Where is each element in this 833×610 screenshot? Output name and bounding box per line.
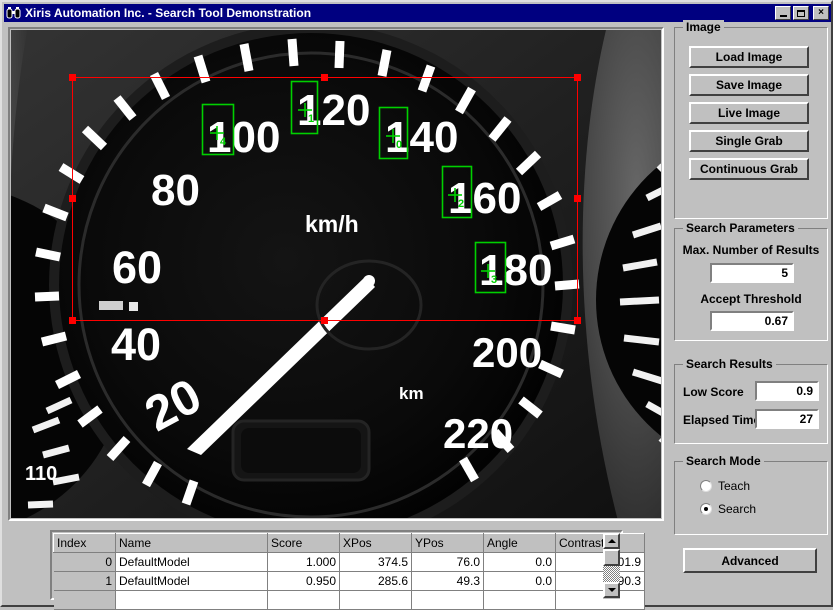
search-results-title: Search Results	[683, 357, 776, 371]
chevron-up-icon	[607, 539, 616, 543]
svg-text:km: km	[399, 384, 424, 403]
close-icon: ×	[818, 7, 824, 18]
cell-contrast: 6890.3	[555, 571, 645, 591]
cell-xpos: 374.5	[339, 552, 412, 572]
scroll-track[interactable]	[603, 566, 620, 582]
column-header-ypos[interactable]: YPos	[411, 533, 484, 553]
svg-text:1: 1	[308, 113, 314, 125]
minimize-button[interactable]	[775, 6, 791, 20]
search-results-group: Search Results Low Score 0.9 Elapsed Tim…	[674, 357, 828, 444]
search-mode-title: Search Mode	[683, 454, 764, 468]
radio-search-indicator[interactable]	[700, 503, 712, 515]
table-row[interactable]: 0 DefaultModel 1.000 374.5 76.0 0.0 7401…	[53, 552, 645, 572]
single-grab-button[interactable]: Single Grab	[689, 130, 809, 152]
image-group: Image Load Image Save Image Live Image S…	[674, 20, 828, 219]
speedometer-graphic: 110 20 40 60 80 100 120 140 160 180 200 …	[11, 30, 661, 518]
cell-index[interactable]: 1	[53, 571, 116, 591]
cell-name: DefaultModel	[115, 571, 268, 591]
cell-score: 0.950	[267, 571, 340, 591]
low-score-label: Low Score	[683, 385, 744, 399]
scroll-up-button[interactable]	[603, 533, 620, 549]
save-image-button[interactable]: Save Image	[689, 74, 809, 96]
advanced-button[interactable]: Advanced	[683, 548, 817, 573]
cell-angle: 0.0	[483, 571, 556, 591]
svg-text:4: 4	[220, 136, 227, 148]
control-panel: Image Load Image Save Image Live Image S…	[670, 20, 830, 603]
column-header-xpos[interactable]: XPos	[339, 533, 412, 553]
cell-xpos: 285.6	[339, 571, 412, 591]
cell-name: DefaultModel	[115, 552, 268, 572]
accept-threshold-input[interactable]: 0.67	[710, 311, 794, 331]
svg-text:140: 140	[385, 113, 458, 162]
low-score-value: 0.9	[755, 381, 819, 401]
radio-teach-label: Teach	[718, 479, 751, 493]
column-header-index[interactable]: Index	[53, 533, 116, 553]
elapsed-time-label: Elapsed Time	[683, 413, 761, 427]
window-controls: ×	[775, 6, 829, 20]
max-results-label: Max. Number of Results	[682, 243, 820, 257]
radio-teach-indicator[interactable]	[700, 480, 712, 492]
continuous-grab-button[interactable]: Continuous Grab	[689, 158, 809, 180]
application-window: Xiris Automation Inc. - Search Tool Demo…	[0, 0, 833, 610]
cell-ypos: 49.3	[411, 571, 484, 591]
load-image-button[interactable]: Load Image	[689, 46, 809, 68]
chevron-down-icon	[607, 588, 616, 592]
column-header-name[interactable]: Name	[115, 533, 268, 553]
results-table[interactable]: Index Name Score XPos YPos Angle Contras…	[53, 533, 645, 610]
live-image-button[interactable]: Live Image	[689, 102, 809, 124]
svg-text:60: 60	[112, 242, 162, 293]
svg-text:80: 80	[151, 166, 200, 215]
scroll-thumb[interactable]	[603, 549, 620, 566]
svg-text:110: 110	[25, 463, 57, 485]
table-vertical-scrollbar[interactable]	[603, 533, 620, 599]
binoculars-icon	[6, 6, 21, 20]
column-header-contrast[interactable]: Contrast	[555, 533, 645, 553]
svg-text:40: 40	[111, 319, 161, 370]
search-mode-group: Search Mode Teach Search	[674, 454, 828, 535]
cell-angle: 0.0	[483, 552, 556, 572]
table-row[interactable]: 1 DefaultModel 0.950 285.6 49.3 0.0 6890…	[53, 571, 645, 591]
radio-search-label: Search	[718, 502, 757, 516]
image-display-frame[interactable]: 110 20 40 60 80 100 120 140 160 180 200 …	[8, 27, 664, 521]
cell-ypos: 76.0	[411, 552, 484, 572]
close-button[interactable]: ×	[813, 6, 829, 20]
results-table-frame: Index Name Score XPos YPos Angle Contras…	[50, 530, 645, 610]
maximize-button[interactable]	[793, 6, 809, 20]
scroll-down-button[interactable]	[603, 582, 620, 598]
window-title: Xiris Automation Inc. - Search Tool Demo…	[25, 6, 312, 20]
radio-search[interactable]: Search	[700, 502, 756, 516]
svg-text:200: 200	[472, 329, 542, 376]
svg-text:2: 2	[458, 198, 464, 210]
cell-contrast: 7401.9	[555, 552, 645, 572]
svg-text:3: 3	[491, 274, 497, 286]
elapsed-time-value: 27	[755, 409, 819, 429]
cell-index[interactable]: 0	[53, 552, 116, 572]
column-header-angle[interactable]: Angle	[483, 533, 556, 553]
max-results-input[interactable]: 5	[710, 263, 794, 283]
svg-text:km/h: km/h	[305, 211, 359, 237]
speedometer-image[interactable]: 110 20 40 60 80 100 120 140 160 180 200 …	[11, 30, 661, 518]
table-header-row: Index Name Score XPos YPos Angle Contras…	[53, 533, 645, 553]
cell-score: 1.000	[267, 552, 340, 572]
image-group-title: Image	[683, 20, 724, 34]
svg-text:220: 220	[443, 410, 513, 457]
search-parameters-title: Search Parameters	[683, 221, 798, 235]
accept-threshold-label: Accept Threshold	[700, 292, 802, 306]
column-header-score[interactable]: Score	[267, 533, 340, 553]
radio-teach[interactable]: Teach	[700, 479, 750, 493]
search-parameters-group: Search Parameters Max. Number of Results…	[674, 221, 828, 341]
svg-text:0: 0	[396, 139, 402, 151]
